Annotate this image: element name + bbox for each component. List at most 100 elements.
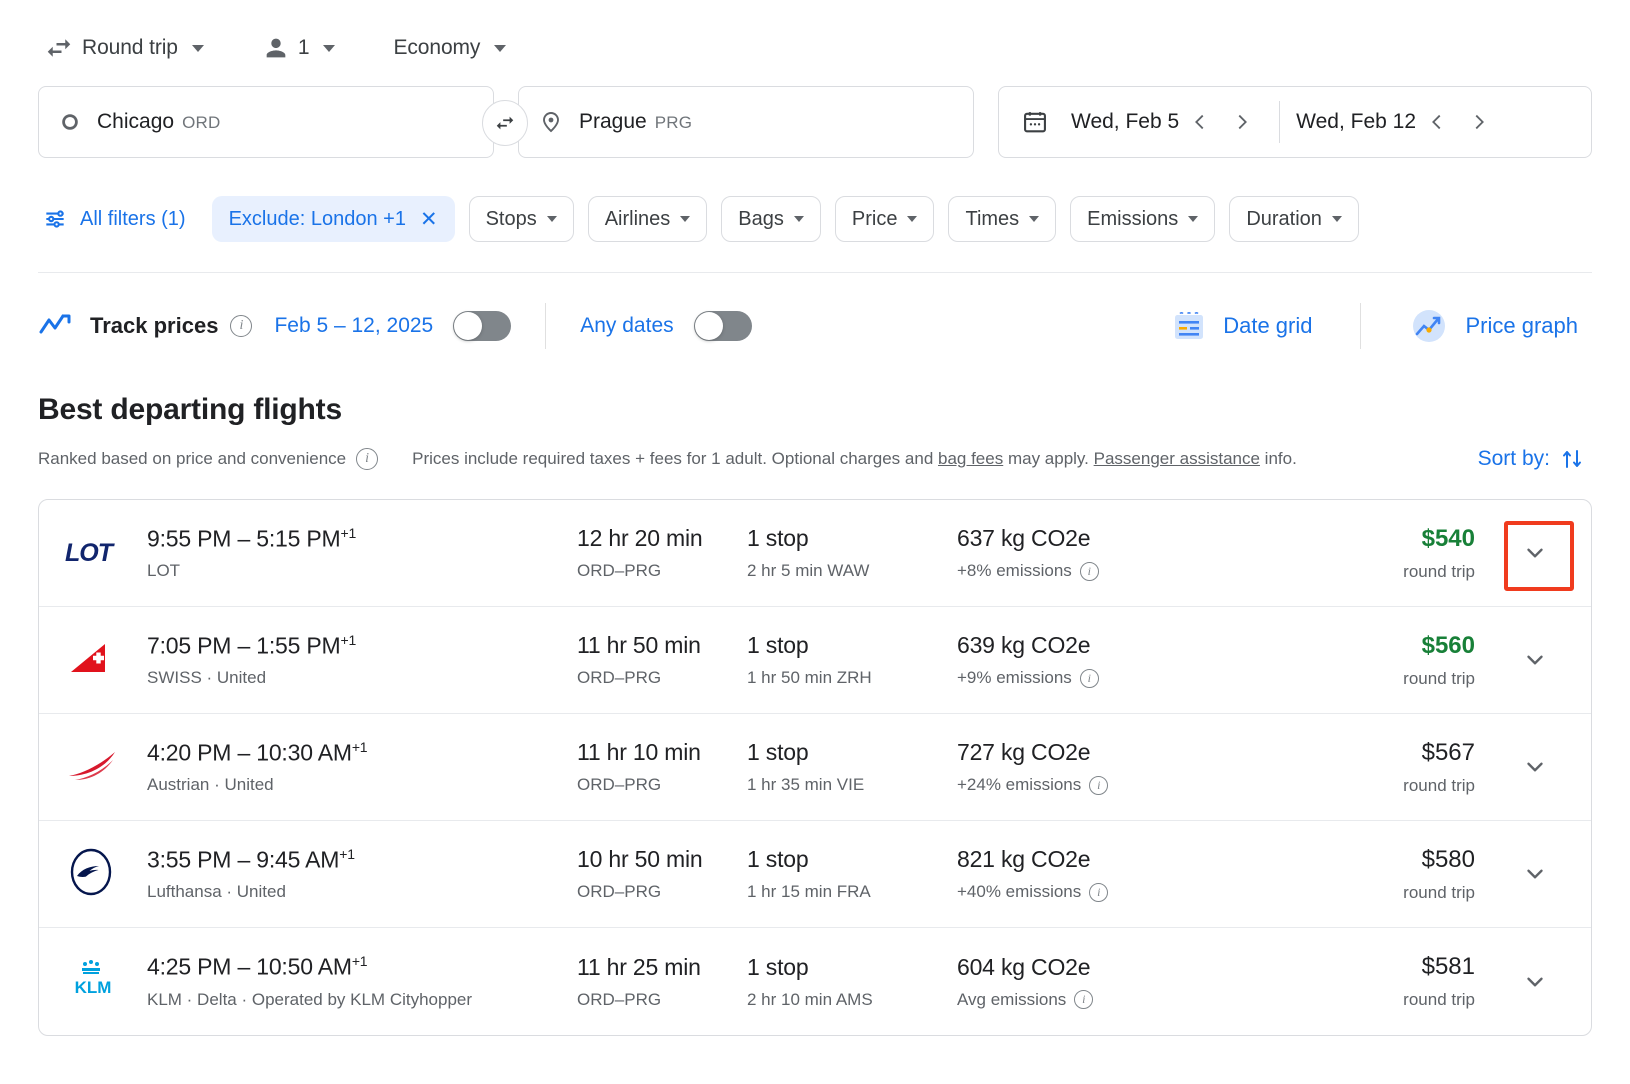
toggle-knob (695, 312, 723, 340)
chevron-down-icon (192, 45, 204, 52)
flight-co2: 637 kg CO2e (957, 525, 1187, 552)
date-grid-icon (1171, 309, 1207, 343)
trip-type-label: Round trip (82, 36, 178, 60)
svg-text:KLM: KLM (75, 978, 112, 997)
track-prices-group: Track prices i Feb 5 – 12, 2025 Any date… (38, 303, 752, 349)
flight-times-text: 9:55 PM – 5:15 PM (147, 525, 340, 551)
flight-stops-cell: 1 stop 2 hr 10 min AMS (747, 954, 957, 1010)
expand-flight-details-button[interactable] (1512, 637, 1558, 683)
flight-times: 9:55 PM – 5:15 PM+1 (147, 525, 577, 553)
close-icon[interactable]: ✕ (420, 209, 438, 230)
filter-chip-exclude-airports[interactable]: Exclude: London +1 ✕ (212, 196, 455, 242)
origin-text: Chicago ORD (97, 110, 220, 134)
flight-emissions-cell: 727 kg CO2e +24% emissionsi (957, 739, 1187, 795)
price-graph-button[interactable]: Price graph (1395, 299, 1592, 353)
flight-stops: 1 stop (747, 954, 957, 981)
filter-chip-duration[interactable]: Duration (1229, 196, 1359, 242)
return-next-day-button[interactable] (1458, 101, 1500, 143)
flight-price-type: round trip (1187, 990, 1475, 1010)
search-row: Chicago ORD Prague PRG (0, 86, 1630, 172)
cabin-class-selector[interactable]: Economy (387, 28, 514, 68)
flight-result-row[interactable]: 4:20 PM – 10:30 AM+1 Austrian · United 1… (39, 714, 1591, 821)
day-offset: +1 (340, 525, 356, 541)
passengers-selector[interactable]: 1 (256, 28, 344, 68)
filter-chip-label: Bags (738, 208, 784, 231)
destination-code: PRG (655, 113, 692, 133)
sort-by-button[interactable]: Sort by: (1470, 441, 1592, 477)
info-icon[interactable]: i (1074, 990, 1093, 1009)
any-dates-toggle[interactable] (694, 311, 752, 341)
destination-text: Prague PRG (579, 110, 692, 134)
return-date-cell[interactable]: Wed, Feb 12 (1296, 87, 1416, 157)
filter-chip-airlines[interactable]: Airlines (588, 196, 708, 242)
flight-result-row[interactable]: 3:55 PM – 9:45 AM+1 Lufthansa · United 1… (39, 821, 1591, 928)
flight-price-cell: $567 round trip (1187, 739, 1505, 796)
flight-emissions-info: Avg emissions i (957, 990, 1093, 1010)
origin-field[interactable]: Chicago ORD (38, 86, 494, 158)
ranked-note: Ranked based on price and convenience (38, 449, 346, 469)
info-icon[interactable]: i (1080, 669, 1099, 688)
filter-chip-label: Airlines (605, 208, 671, 231)
flight-price-cell: $580 round trip (1187, 846, 1505, 903)
filter-chip-stops[interactable]: Stops (469, 196, 574, 242)
chevron-down-icon (907, 216, 917, 222)
all-filters-button[interactable]: All filters (1) (38, 198, 198, 240)
info-icon[interactable]: i (1080, 562, 1099, 581)
destination-city: Prague (579, 110, 647, 134)
bag-fees-link[interactable]: bag fees (938, 449, 1003, 468)
view-tools: Date grid Price graph (1157, 299, 1592, 353)
departure-next-day-button[interactable] (1221, 101, 1263, 143)
passenger-assistance-link[interactable]: Passenger assistance (1094, 449, 1260, 468)
dates-field[interactable]: Wed, Feb 5 Wed, Feb 12 (998, 86, 1592, 158)
flight-result-row[interactable]: LOT 9:55 PM – 5:15 PM+1 LOT 12 hr 20 min… (39, 500, 1591, 607)
toggle-knob (454, 312, 482, 340)
chevron-down-icon (494, 45, 506, 52)
flight-emissions: +24% emissions (957, 775, 1081, 795)
filter-chip-label: Emissions (1087, 208, 1178, 231)
info-icon[interactable]: i (230, 315, 252, 337)
expand-flight-details-button[interactable] (1512, 851, 1558, 897)
flight-emissions-info: +24% emissions i (957, 775, 1108, 795)
flight-emissions-info: +8% emissionsi (957, 561, 1099, 581)
flight-layover: 2 hr 5 min WAW (747, 561, 957, 581)
track-date-range-toggle[interactable] (453, 311, 511, 341)
flight-layover: 1 hr 15 min FRA (747, 882, 957, 902)
chevron-down-icon (323, 45, 335, 52)
filter-chip-times[interactable]: Times (948, 196, 1056, 242)
page-title: Best departing flights (38, 393, 1592, 427)
all-filters-label: All filters (1) (80, 208, 186, 231)
info-icon[interactable]: i (1089, 883, 1108, 902)
info-icon[interactable]: i (1089, 776, 1108, 795)
filter-chip-bags[interactable]: Bags (721, 196, 821, 242)
flight-result-row[interactable]: KLM 4:25 PM – 10:50 AM+1 KLM · Delta · O… (39, 928, 1591, 1035)
flight-airline: LOT (147, 561, 577, 581)
austrian-logo-icon (65, 744, 119, 791)
flight-result-row[interactable]: 7:05 PM – 1:55 PM+1 SWISS · United 11 hr… (39, 607, 1591, 714)
info-icon[interactable]: i (356, 448, 378, 470)
date-grid-label: Date grid (1223, 313, 1312, 339)
expand-highlight (1512, 530, 1558, 576)
departure-date-cell[interactable]: Wed, Feb 5 (1071, 87, 1179, 157)
flight-emissions: Avg emissions (957, 990, 1066, 1010)
location-pin-icon (539, 110, 563, 134)
flight-times-text: 7:05 PM – 1:55 PM (147, 632, 340, 658)
filter-chip-emissions[interactable]: Emissions (1070, 196, 1215, 242)
destination-field[interactable]: Prague PRG (518, 86, 974, 158)
flight-times-cell: 4:20 PM – 10:30 AM+1 Austrian · United (147, 739, 577, 796)
swap-locations-button[interactable] (482, 100, 528, 146)
circle-icon (59, 111, 81, 133)
trip-type-selector[interactable]: Round trip (38, 28, 212, 68)
flight-duration: 11 hr 10 min (577, 739, 747, 766)
flight-stops-cell: 1 stop 2 hr 5 min WAW (747, 525, 957, 581)
return-prev-day-button[interactable] (1416, 101, 1458, 143)
flight-duration: 11 hr 50 min (577, 632, 747, 659)
departure-prev-day-button[interactable] (1179, 101, 1221, 143)
expand-flight-details-button[interactable] (1512, 744, 1558, 790)
price-graph-icon (1409, 307, 1449, 345)
filter-chip-price[interactable]: Price (835, 196, 935, 242)
expand-wrap (1512, 637, 1558, 683)
expand-flight-details-button[interactable] (1512, 530, 1558, 576)
flight-price: $560 (1187, 632, 1475, 660)
date-grid-button[interactable]: Date grid (1157, 301, 1326, 351)
expand-flight-details-button[interactable] (1512, 959, 1558, 1005)
